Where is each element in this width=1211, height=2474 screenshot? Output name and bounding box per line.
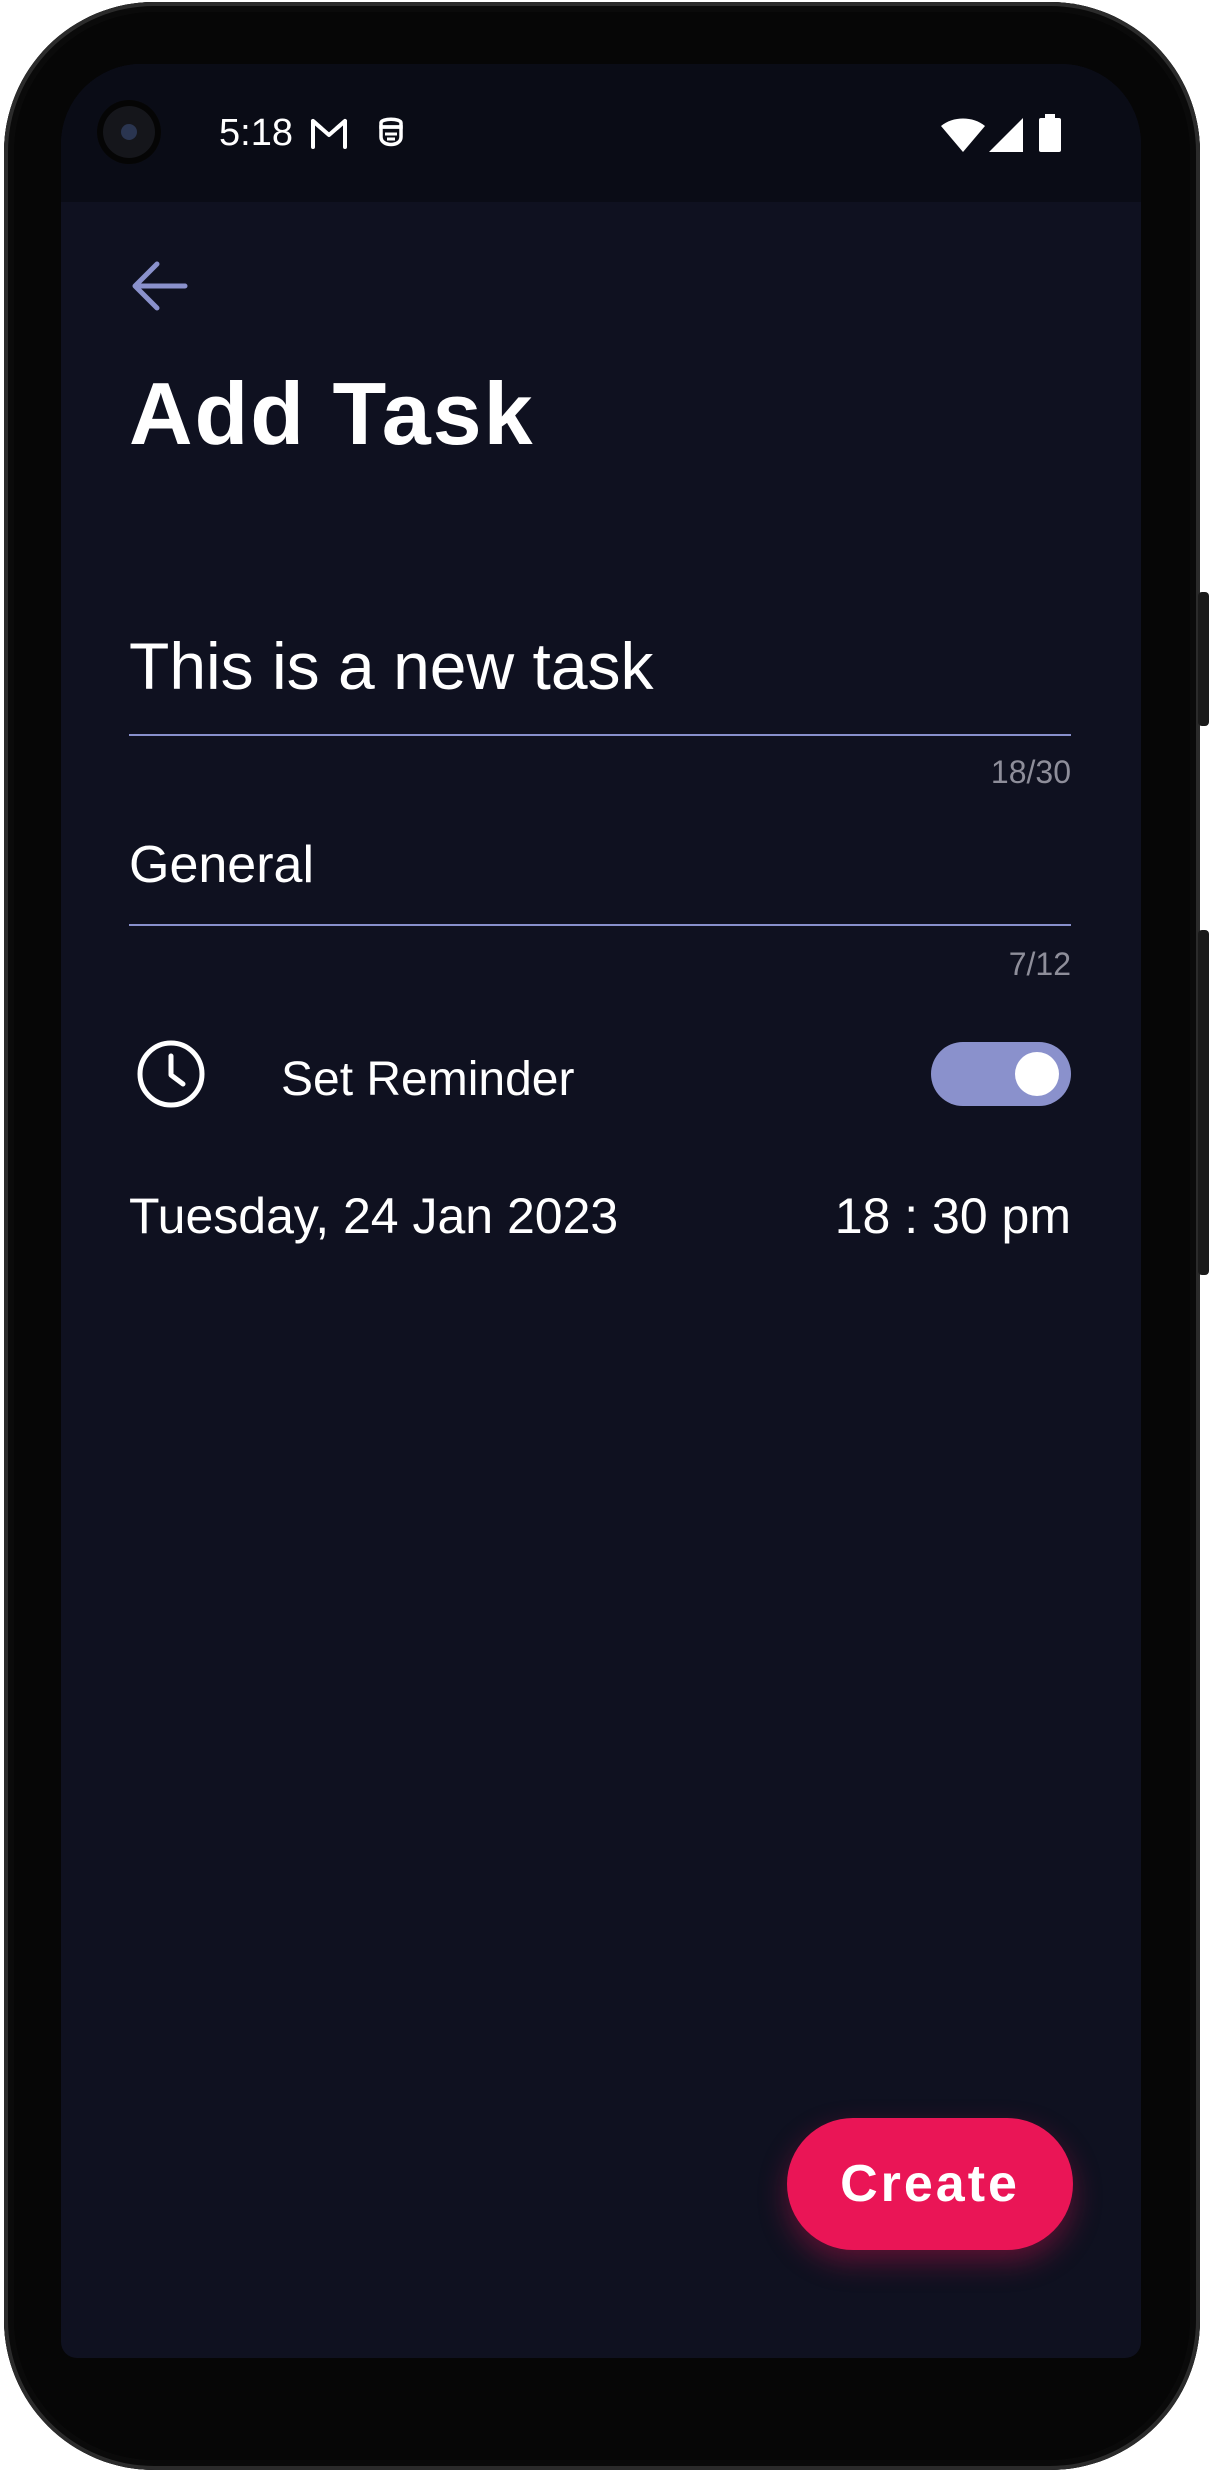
page-title: Add Task [129,364,535,463]
category-counter: 7/12 [1008,946,1071,982]
clock-icon [135,1038,207,1110]
task-title-counter: 18/30 [990,754,1071,790]
status-bar: 5:18 [61,64,1141,202]
task-title-input[interactable] [129,618,1071,714]
back-button[interactable] [121,249,199,327]
category-input[interactable] [129,822,1071,908]
reminder-label: Set Reminder [281,1053,575,1106]
front-camera [97,100,161,164]
wifi-icon [941,118,985,157]
status-time: 5:18 [219,112,293,154]
toggle-knob [1015,1052,1059,1096]
task-title-field [129,610,1071,736]
reminder-row: Set Reminder [129,1024,1071,1124]
battery-icon [1039,114,1061,157]
gmail-icon [309,115,349,156]
create-button[interactable]: Create [787,2118,1073,2250]
notification-icon [375,115,407,158]
reminder-time[interactable]: 18 : 30 pm [835,1186,1071,1246]
app-screen: 5:18 Add Task This is a new task 18/30 G… [61,64,1141,2358]
reminder-toggle[interactable] [931,1042,1071,1106]
category-field [129,816,1071,926]
power-button [1198,592,1209,726]
volume-button [1198,930,1209,1275]
arrow-back-icon [131,260,189,317]
reminder-date[interactable]: Tuesday, 24 Jan 2023 [129,1186,618,1246]
cell-signal-icon [989,118,1023,157]
